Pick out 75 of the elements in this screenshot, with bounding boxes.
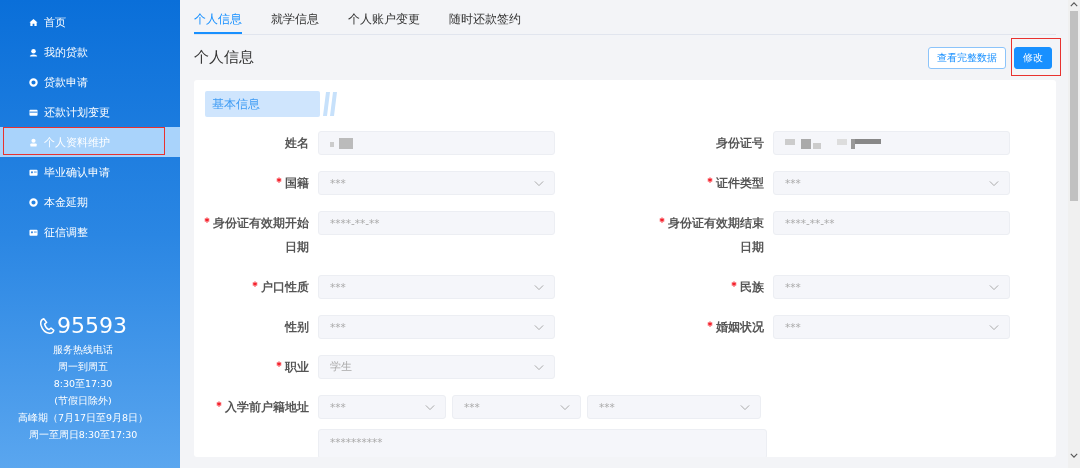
- page-title: 个人信息: [194, 48, 254, 67]
- hotline-text: 周一到周五: [58, 360, 108, 374]
- id-card-icon: [29, 227, 38, 237]
- masked-text-drawing: [330, 137, 353, 149]
- select-field[interactable]: ***: [318, 275, 555, 299]
- nav-item[interactable]: 本金延期: [0, 187, 180, 217]
- person-icon: [29, 47, 38, 57]
- tab[interactable]: 就学信息: [271, 11, 319, 34]
- select-field[interactable]: ***: [318, 395, 446, 419]
- select-field[interactable]: ***: [587, 395, 761, 419]
- slash-decoration-icon: [322, 91, 338, 117]
- hotline-text: 8:30至17:30: [53, 377, 113, 391]
- chevron-down-icon: [989, 283, 999, 291]
- select-field[interactable]: ***: [452, 395, 581, 419]
- field-label: 职业: [285, 360, 309, 374]
- hotline-number: 95593: [57, 313, 127, 339]
- textarea-field[interactable]: **********: [318, 429, 767, 457]
- nav-item[interactable]: 首页: [0, 7, 180, 37]
- field-label: 入学前户籍地址: [225, 400, 309, 414]
- hotline-text: 周一至周日8:30至17:30: [28, 428, 138, 442]
- scroll-up-icon[interactable]: [1070, 2, 1078, 7]
- hotline-text: 高峰期（7月17日至9月8日）: [17, 411, 149, 425]
- field-label: 婚姻状况: [716, 320, 764, 334]
- field-label: 性别: [285, 320, 309, 334]
- chevron-down-icon: [560, 403, 570, 411]
- input-field[interactable]: ****-**-**: [773, 211, 1010, 235]
- field-label: 姓名: [285, 136, 309, 150]
- input-field[interactable]: [773, 131, 1010, 155]
- field-label: 民族: [740, 280, 764, 294]
- chevron-down-icon: [534, 363, 544, 371]
- chevron-down-icon: [989, 179, 999, 187]
- tab[interactable]: 随时还款签约: [449, 11, 521, 34]
- scroll-down-icon[interactable]: [1070, 453, 1078, 458]
- nav-item[interactable]: 征信调整: [0, 217, 180, 247]
- nav-item[interactable]: 个人资料维护: [0, 127, 180, 157]
- input-field[interactable]: [318, 131, 555, 155]
- chevron-down-icon: [534, 179, 544, 187]
- scrollbar-thumb[interactable]: [1070, 11, 1078, 201]
- nav-item[interactable]: 还款计划变更: [0, 97, 180, 127]
- chevron-down-icon: [989, 323, 999, 331]
- hotline-text: (节假日除外): [54, 394, 112, 408]
- scrollbar[interactable]: [1068, 0, 1080, 468]
- field-label: 证件类型: [716, 176, 764, 190]
- input-field[interactable]: ****-**-**: [318, 211, 555, 235]
- chevron-down-icon: [425, 403, 435, 411]
- nav-item[interactable]: 毕业确认申请: [0, 157, 180, 187]
- select-field[interactable]: ***: [773, 315, 1010, 339]
- nav-item[interactable]: 我的贷款: [0, 37, 180, 67]
- phone-icon: [39, 317, 55, 335]
- user-icon: [29, 137, 38, 147]
- hotline-text: 服务热线电话: [53, 343, 113, 357]
- select-field[interactable]: ***: [773, 171, 1010, 195]
- ring-icon: [29, 77, 38, 87]
- field-label: 户口性质: [261, 280, 309, 294]
- tab[interactable]: 个人账户变更: [348, 11, 420, 34]
- field-label: 身份证有效期开始日期: [213, 216, 309, 254]
- view-data-button[interactable]: 查看完整数据: [928, 47, 1006, 69]
- select-field[interactable]: ***: [318, 315, 555, 339]
- chevron-down-icon: [534, 323, 544, 331]
- select-field[interactable]: ***: [773, 275, 1010, 299]
- field-label: 国籍: [285, 176, 309, 190]
- id-card-icon: [29, 167, 38, 177]
- card-icon: [29, 107, 38, 117]
- home-icon: [29, 17, 38, 27]
- select-field[interactable]: ***: [318, 171, 555, 195]
- field-label: 身份证号: [716, 136, 764, 150]
- field-label: 身份证有效期结束日期: [668, 216, 764, 254]
- tab[interactable]: 个人信息: [194, 11, 242, 34]
- section-title: 基本信息: [205, 91, 320, 117]
- nav-item[interactable]: 贷款申请: [0, 67, 180, 97]
- select-field[interactable]: 学生: [318, 355, 555, 379]
- edit-button[interactable]: 修改: [1014, 47, 1052, 69]
- ring-icon: [29, 197, 38, 207]
- chevron-down-icon: [534, 283, 544, 291]
- chevron-down-icon: [740, 403, 750, 411]
